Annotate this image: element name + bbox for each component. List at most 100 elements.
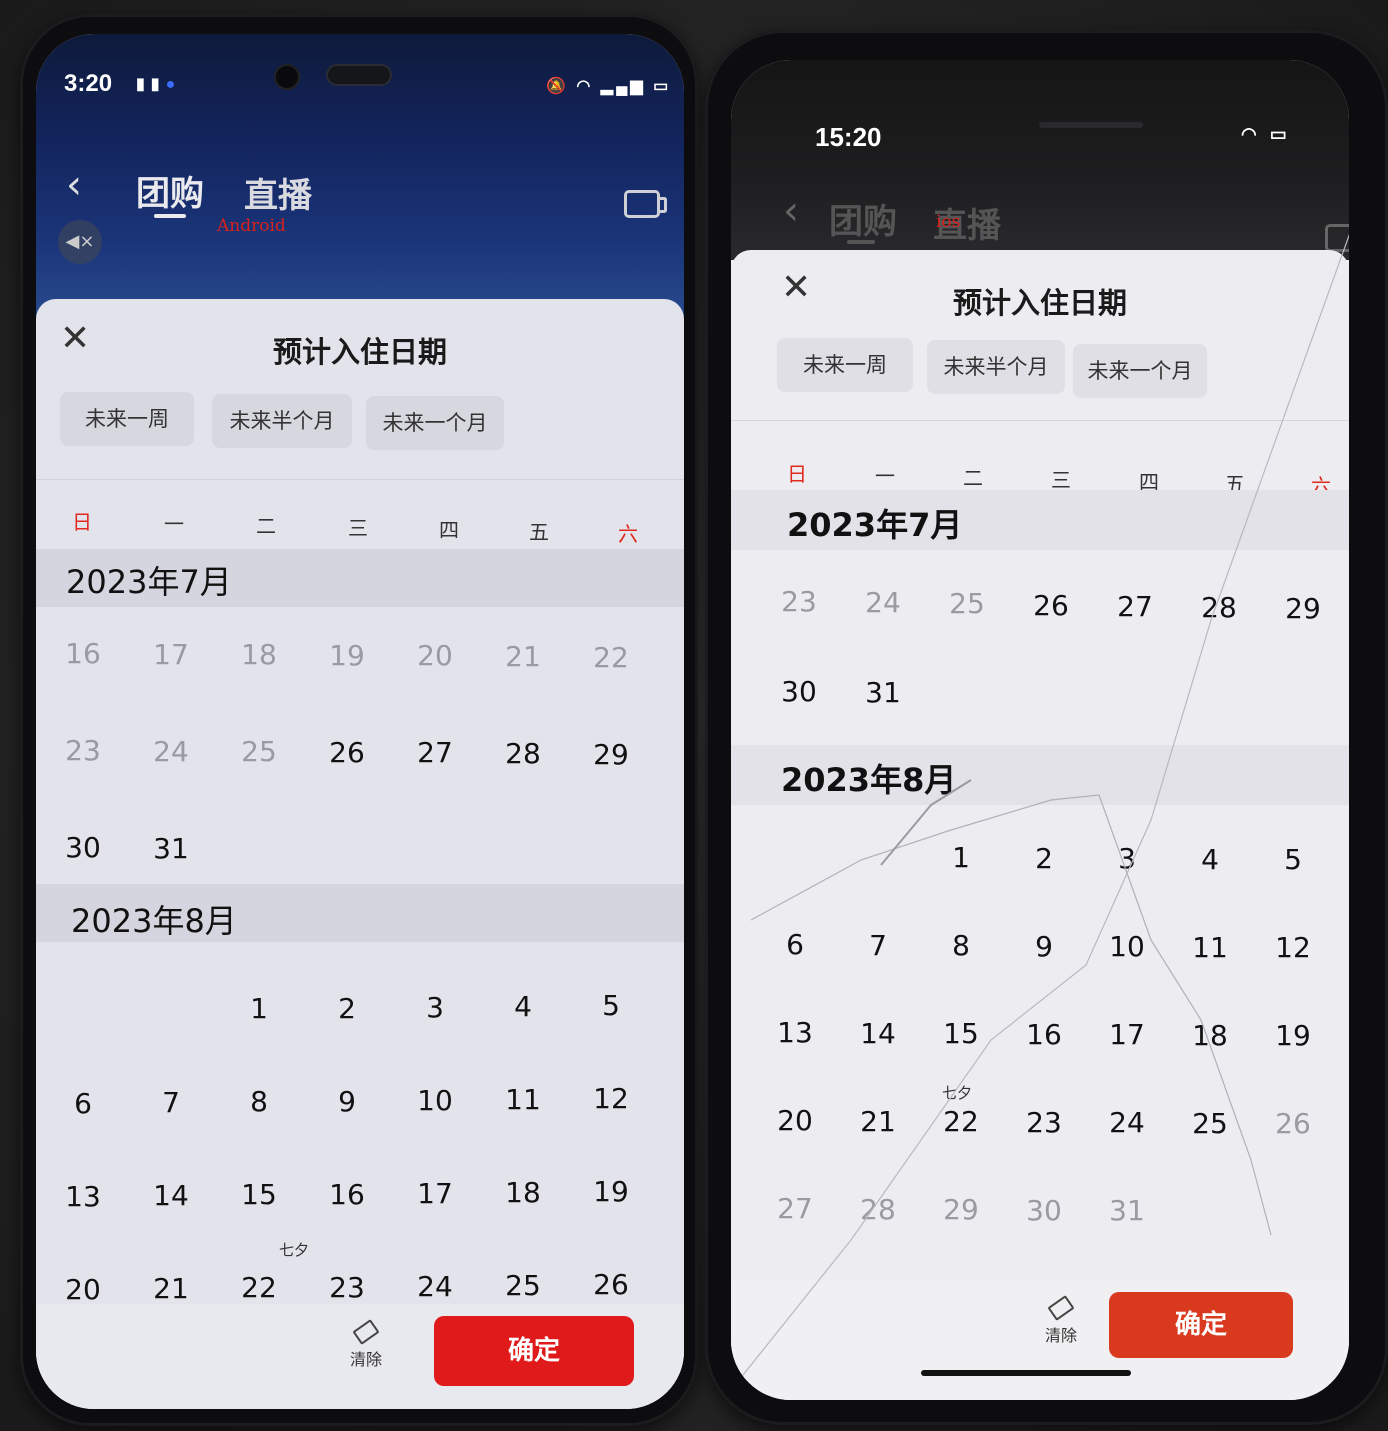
- calendar-day[interactable]: 20: [763, 1104, 827, 1137]
- month-header-august: 2023年8月: [36, 884, 684, 942]
- calendar-day[interactable]: 9: [1012, 930, 1076, 963]
- calendar-day[interactable]: 18: [491, 1176, 555, 1209]
- calendar-day[interactable]: 25: [1178, 1107, 1242, 1140]
- sheet-title: 预计入住日期: [272, 335, 447, 369]
- calendar-day[interactable]: 7: [846, 929, 910, 962]
- calendar-day: 18: [241, 638, 277, 672]
- weekday-sat: 六: [618, 522, 638, 546]
- calendar-day[interactable]: 2: [1012, 842, 1076, 875]
- clear-button[interactable]: 清除: [1031, 1295, 1091, 1346]
- chip-next-week[interactable]: 未来一周: [777, 338, 913, 392]
- calendar-day[interactable]: 22: [929, 1105, 993, 1138]
- confirm-button[interactable]: 确定: [1109, 1292, 1293, 1358]
- calendar-day[interactable]: 31: [139, 832, 203, 865]
- calendar-day[interactable]: 21: [139, 1272, 203, 1305]
- calendar-day[interactable]: 13: [51, 1180, 115, 1213]
- chip-next-week[interactable]: 未来一周: [60, 392, 194, 446]
- calendar-day[interactable]: 19: [579, 1175, 643, 1208]
- back-arrow-icon[interactable]: ‹: [66, 162, 82, 208]
- calendar-day[interactable]: 17: [1095, 1018, 1159, 1051]
- calendar-day[interactable]: 20: [51, 1273, 115, 1306]
- active-tab-indicator: [154, 214, 186, 218]
- calendar-day[interactable]: 8: [227, 1085, 291, 1118]
- calendar-day[interactable]: 9: [315, 1085, 379, 1118]
- calendar-day[interactable]: 29: [1271, 592, 1335, 625]
- calendar-day[interactable]: 31: [851, 676, 915, 709]
- calendar-day: 25: [241, 735, 277, 769]
- month-header-july: 2023年7月: [36, 549, 684, 607]
- calendar-day[interactable]: 12: [579, 1082, 643, 1115]
- calendar-day: 24: [153, 734, 189, 768]
- calendar-day[interactable]: 2: [315, 992, 379, 1025]
- calendar-day[interactable]: 6: [763, 928, 827, 961]
- calendar-day[interactable]: 11: [491, 1083, 555, 1116]
- calendar-day[interactable]: 19: [1261, 1019, 1325, 1052]
- calendar-day[interactable]: 16: [1012, 1018, 1076, 1051]
- calendar-day[interactable]: 23: [1012, 1106, 1076, 1139]
- calendar-day[interactable]: 4: [1178, 843, 1242, 876]
- calendar-day[interactable]: 8: [929, 929, 993, 962]
- sheet-title: 预计入住日期: [952, 286, 1127, 320]
- calendar-day[interactable]: 10: [1095, 930, 1159, 963]
- calendar-day[interactable]: 1: [929, 841, 993, 874]
- calendar-day[interactable]: 16: [315, 1178, 379, 1211]
- chip-next-half-month[interactable]: 未来半个月: [927, 340, 1065, 394]
- calendar-day[interactable]: 23: [315, 1271, 379, 1304]
- mute-icon[interactable]: ◀×: [58, 220, 102, 264]
- calendar-day[interactable]: 5: [1261, 843, 1325, 876]
- chip-next-month[interactable]: 未来一个月: [366, 396, 504, 450]
- calendar-day: 25: [949, 587, 985, 621]
- calendar-day[interactable]: 26: [315, 736, 379, 769]
- calendar-day[interactable]: 4: [491, 990, 555, 1023]
- confirm-button[interactable]: 确定: [434, 1316, 634, 1386]
- calendar-day[interactable]: 28: [1187, 591, 1251, 624]
- calendar-day[interactable]: 25: [491, 1269, 555, 1302]
- divider: [731, 420, 1349, 421]
- festival-label: 七夕: [278, 1241, 309, 1259]
- calendar-day[interactable]: 27: [1103, 590, 1167, 623]
- calendar-day[interactable]: 10: [403, 1084, 467, 1117]
- calendar-day[interactable]: 28: [491, 737, 555, 770]
- calendar-day[interactable]: 5: [579, 989, 643, 1022]
- calendar-day[interactable]: 26: [1019, 589, 1083, 622]
- calendar-day[interactable]: 14: [846, 1017, 910, 1050]
- calendar-day[interactable]: 24: [1095, 1106, 1159, 1139]
- calendar-day[interactable]: 24: [403, 1270, 467, 1303]
- month-label: 2023年7月: [787, 506, 963, 544]
- weekday-sun: 日: [72, 510, 92, 534]
- calendar-day[interactable]: 7: [139, 1086, 203, 1119]
- home-indicator[interactable]: [921, 1370, 1131, 1376]
- calendar-day[interactable]: 3: [403, 991, 467, 1024]
- calendar-day[interactable]: 6: [51, 1087, 115, 1120]
- chip-next-half-month[interactable]: 未来半个月: [212, 394, 352, 448]
- calendar-day[interactable]: 22: [227, 1271, 291, 1304]
- calendar-day[interactable]: 26: [579, 1268, 643, 1301]
- calendar-day[interactable]: 30: [51, 831, 115, 864]
- calendar-day[interactable]: 11: [1178, 931, 1242, 964]
- calendar-day[interactable]: 27: [403, 736, 467, 769]
- back-arrow-icon[interactable]: ‹: [783, 188, 799, 234]
- tab-group-buy[interactable]: 团购: [136, 166, 204, 215]
- calendar-day: 17: [153, 637, 189, 671]
- tab-group-buy[interactable]: 团购: [829, 194, 897, 243]
- platform-label: Android: [217, 216, 286, 236]
- calendar-day[interactable]: 15: [227, 1178, 291, 1211]
- calendar-day[interactable]: 14: [139, 1179, 203, 1212]
- tv-icon[interactable]: [1325, 224, 1349, 252]
- calendar-day[interactable]: 18: [1178, 1019, 1242, 1052]
- calendar-day[interactable]: 29: [579, 738, 643, 771]
- calendar-day[interactable]: 21: [846, 1105, 910, 1138]
- tab-live[interactable]: 直播: [244, 168, 312, 217]
- tv-icon[interactable]: [624, 190, 667, 218]
- calendar-day[interactable]: 1: [227, 992, 291, 1025]
- calendar-day[interactable]: 30: [767, 675, 831, 708]
- calendar-day: 19: [329, 638, 365, 672]
- chip-next-month[interactable]: 未来一个月: [1073, 344, 1207, 398]
- calendar-day[interactable]: 12: [1261, 931, 1325, 964]
- calendar-day[interactable]: 13: [763, 1016, 827, 1049]
- calendar-day[interactable]: 3: [1095, 842, 1159, 875]
- calendar-day[interactable]: 15: [929, 1017, 993, 1050]
- calendar-day: 23: [65, 734, 101, 767]
- clear-button[interactable]: 清除: [336, 1319, 396, 1370]
- calendar-day[interactable]: 17: [403, 1177, 467, 1210]
